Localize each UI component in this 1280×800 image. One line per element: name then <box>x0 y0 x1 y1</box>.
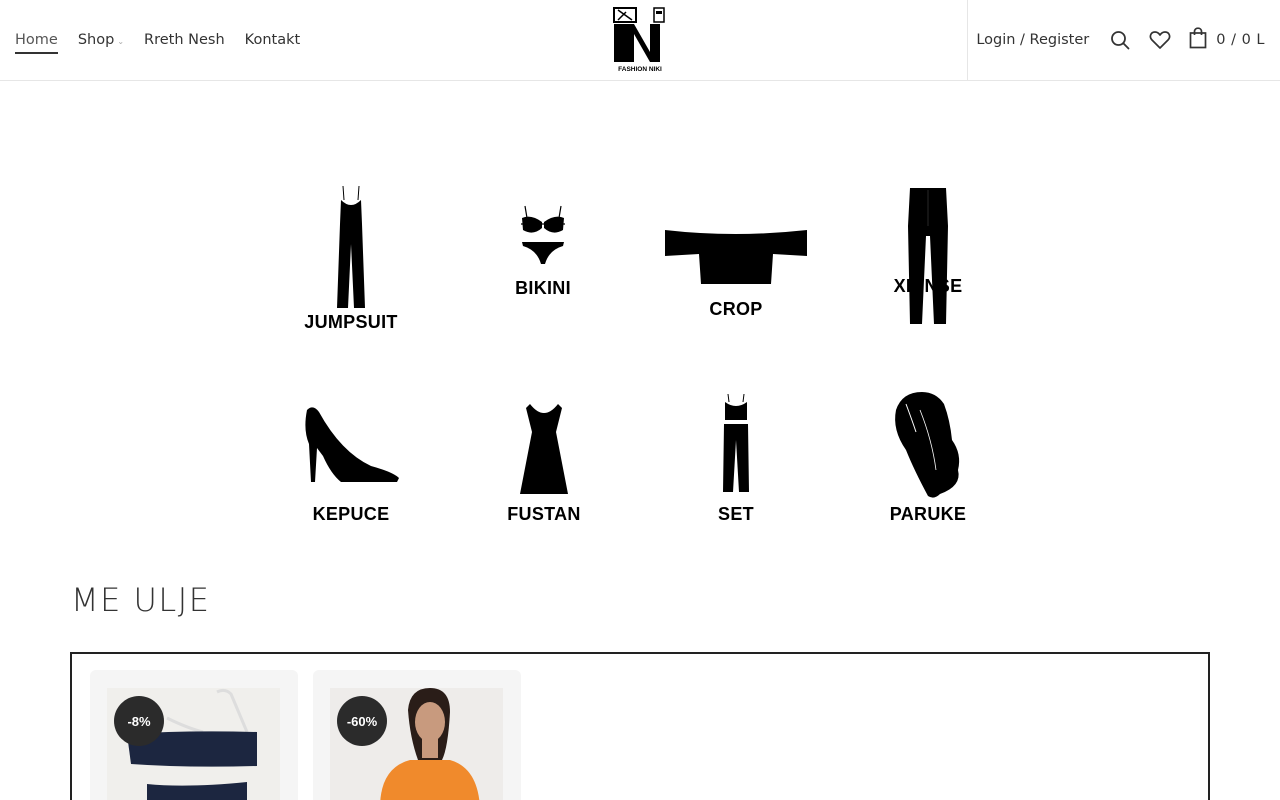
dress-icon <box>520 404 568 494</box>
nav-item-home[interactable]: Home <box>15 32 58 54</box>
shopping-bag-icon <box>1189 26 1207 54</box>
nav-item-label: Rreth Nesh <box>144 32 225 48</box>
discount-badge: -8% <box>114 696 164 746</box>
nav-item-label: Home <box>15 32 58 48</box>
set-icon <box>723 394 749 492</box>
category-fustan[interactable]: FUSTAN <box>459 402 629 528</box>
category-label: BIKINI <box>515 278 571 298</box>
category-label: SET <box>718 504 754 524</box>
high-heel-icon <box>305 407 399 482</box>
category-kepuce[interactable]: KEPUCE <box>266 404 436 528</box>
wig-icon <box>895 392 960 498</box>
nav-item-label: Kontakt <box>244 32 301 48</box>
category-label: JUMPSUIT <box>304 312 398 332</box>
bikini-icon <box>521 205 565 264</box>
discount-badge: -60% <box>337 696 387 746</box>
category-set[interactable]: SET <box>651 394 821 528</box>
main-nav: Home Shop ⌄ Rreth Nesh Kontakt <box>15 0 320 80</box>
category-label: PARUKE <box>889 504 967 524</box>
category-xhinse[interactable]: XHINSE <box>843 186 1013 326</box>
product-card[interactable]: -8% <box>90 670 298 800</box>
nav-item-label: Shop <box>77 32 115 48</box>
crop-top-icon <box>665 230 807 284</box>
site-header: Home Shop ⌄ Rreth Nesh Kontakt FASHION N… <box>0 0 1280 81</box>
category-bikini[interactable]: BIKINI <box>458 204 628 304</box>
section-title: ME ULJE <box>71 581 211 619</box>
jeans-icon <box>908 188 948 324</box>
search-icon[interactable] <box>1109 29 1131 51</box>
nav-item-kontakt[interactable]: Kontakt <box>245 32 301 48</box>
category-label: KEPUCE <box>312 504 390 524</box>
category-jumpsuit[interactable]: JUMPSUIT <box>266 184 436 344</box>
category-label: CROP <box>709 299 763 319</box>
nav-item-shop[interactable]: Shop ⌄ <box>78 32 124 48</box>
logo-brand-text: FASHION NIKI <box>618 66 662 73</box>
header-actions: Login / Register 0 / 0 L <box>976 0 1265 80</box>
site-logo[interactable]: FASHION NIKI <box>612 4 668 74</box>
nav-item-rreth-nesh[interactable]: Rreth Nesh <box>144 32 225 48</box>
header-divider <box>967 0 968 80</box>
heart-icon[interactable] <box>1149 29 1171 51</box>
category-label: XHINSE <box>893 276 963 296</box>
logo-mark: FASHION NIKI <box>613 7 665 73</box>
jumpsuit-icon <box>337 185 365 308</box>
chevron-down-icon: ⌄ <box>117 36 125 46</box>
category-label: FUSTAN <box>507 504 581 524</box>
category-paruke[interactable]: PARUKE <box>843 390 1013 528</box>
product-card[interactable]: -60% <box>313 670 521 800</box>
cart-button[interactable]: 0 / 0 L <box>1189 26 1265 54</box>
cart-total: 0 / 0 L <box>1216 32 1265 48</box>
category-crop[interactable]: CROP <box>651 226 821 326</box>
login-register-link[interactable]: Login / Register <box>976 32 1089 48</box>
